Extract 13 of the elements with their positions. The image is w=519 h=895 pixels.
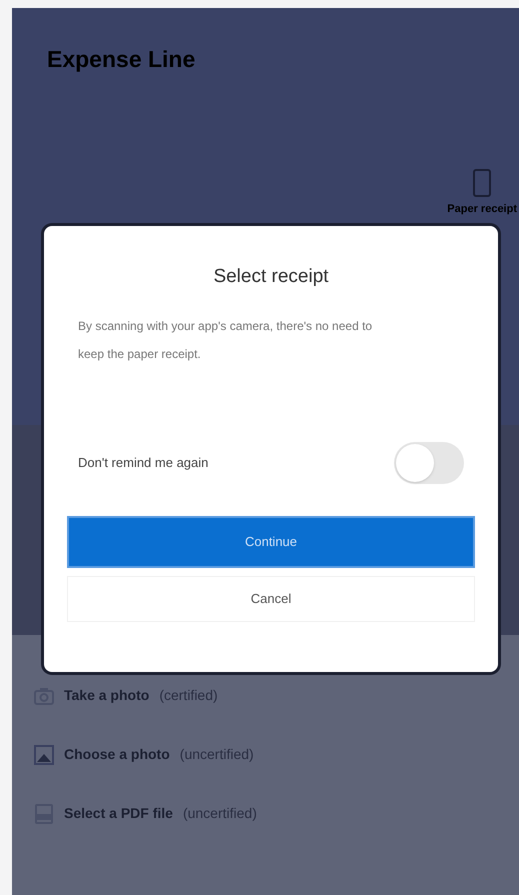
option-label: Take a photo — [64, 686, 150, 705]
option-label: Choose a photo — [64, 745, 170, 764]
receipt-icon — [473, 168, 492, 196]
receipt-label: Paper receipt — [447, 202, 517, 216]
image-icon — [34, 744, 54, 764]
dialog-message: By scanning with your app's camera, there's no need to keep the paper receipt. — [77, 318, 374, 362]
option-label: Select a PDF file — [64, 804, 173, 823]
dialog-title: Select receipt — [212, 265, 330, 289]
cancel-button[interactable]: Cancel — [67, 576, 475, 622]
toggle-switch[interactable] — [394, 442, 464, 484]
page-title: Expense Line — [47, 45, 196, 74]
toggle-label: Don't remind me again — [78, 454, 208, 472]
continue-button[interactable]: Continue — [67, 516, 475, 568]
